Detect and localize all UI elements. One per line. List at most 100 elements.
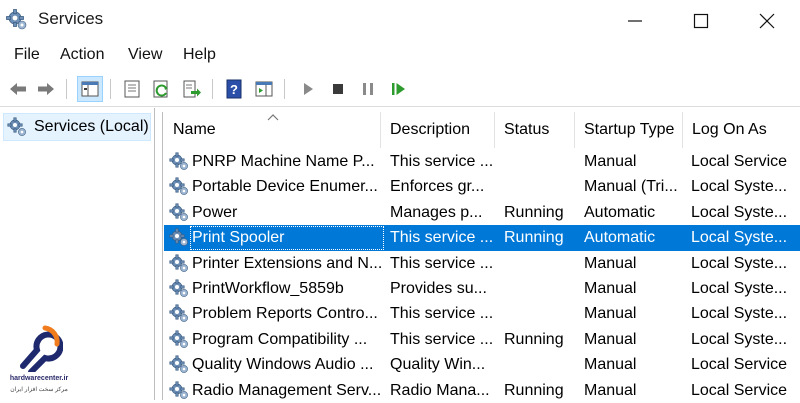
service-gear-icon xyxy=(169,330,188,348)
column-header-status[interactable]: Status xyxy=(495,112,575,148)
services-list: Name Description Status Startup Type Log… xyxy=(162,112,800,403)
export-list-button[interactable] xyxy=(180,77,204,101)
service-description: This service ... xyxy=(390,305,494,323)
svg-text:?: ? xyxy=(230,82,238,97)
service-log-on-as: Local Service xyxy=(691,153,788,170)
help-button[interactable]: ? xyxy=(222,77,246,101)
close-icon xyxy=(759,13,775,29)
service-status xyxy=(504,251,578,276)
forward-button[interactable] xyxy=(34,77,58,101)
service-name: Printer Extensions and N... xyxy=(192,254,382,272)
stop-service-icon xyxy=(333,84,343,94)
start-service-icon xyxy=(304,83,313,95)
service-status: Running xyxy=(504,229,564,247)
service-status: Running xyxy=(504,203,564,221)
service-startup-type: Automatic xyxy=(584,203,656,221)
service-startup-type: Manual xyxy=(584,356,637,374)
service-name: PNRP Machine Name P... xyxy=(192,153,375,170)
menu-action[interactable]: Action xyxy=(60,46,104,64)
column-header-startup-type[interactable]: Startup Type xyxy=(575,112,683,148)
service-log-on-as: Local Syste... xyxy=(691,330,788,348)
refresh-button[interactable] xyxy=(150,77,174,101)
service-row[interactable]: PrintWorkflow_5859b Provides su... Manual L… xyxy=(164,276,800,301)
show-console-tree-icon xyxy=(81,81,99,97)
service-name: Radio Management Serv... xyxy=(192,381,382,399)
service-log-on-as: Local Syste... xyxy=(691,203,788,221)
toolbar: ? xyxy=(0,72,800,107)
menu-bar: File Action View Help xyxy=(0,42,800,70)
service-log-on-as: Local Service xyxy=(691,356,788,374)
service-gear-icon xyxy=(169,380,188,399)
service-description: Enforces gr... xyxy=(390,178,485,196)
service-row[interactable]: Quality Windows Audio ... Quality Win... M… xyxy=(164,352,800,377)
show-hide-console-tree-button[interactable] xyxy=(77,76,103,102)
menu-help[interactable]: Help xyxy=(183,46,216,64)
column-header-log-on-as[interactable]: Log On As xyxy=(683,112,800,148)
service-status xyxy=(504,352,578,377)
menu-view[interactable]: View xyxy=(128,46,162,64)
pause-service-button[interactable] xyxy=(356,77,380,101)
service-gear-icon xyxy=(169,177,188,196)
service-description: Radio Mana... xyxy=(390,381,490,399)
watermark-logo: hardwarecenter.ir مرکز سخت افزار ایران xyxy=(6,320,72,398)
service-name: Print Spooler xyxy=(192,229,285,247)
service-row[interactable]: Print Spooler This service ... Running Auto… xyxy=(164,225,800,251)
service-startup-type: Manual xyxy=(584,330,637,348)
toolbar-separator xyxy=(212,79,213,99)
service-gear-icon xyxy=(169,304,188,323)
service-name: Portable Device Enumer... xyxy=(192,178,378,196)
service-gear-icon xyxy=(169,203,188,221)
service-name: Power xyxy=(192,203,238,221)
services-gear-icon xyxy=(7,117,26,136)
show-action-pane-button[interactable] xyxy=(252,77,276,101)
service-row[interactable]: PNRP Machine Name P... This service ... Ma… xyxy=(164,149,800,174)
service-rows: PNRP Machine Name P... This service ... Ma… xyxy=(164,149,800,403)
start-service-button[interactable] xyxy=(296,77,320,101)
properties-button[interactable] xyxy=(120,77,144,101)
column-header-description[interactable]: Description xyxy=(381,112,495,148)
service-status xyxy=(504,301,578,326)
service-name: Quality Windows Audio ... xyxy=(192,356,374,374)
minimize-icon xyxy=(628,20,642,22)
hardwarecenter-logo-icon xyxy=(20,325,63,372)
column-header-name[interactable]: Name xyxy=(164,112,381,148)
maximize-button[interactable] xyxy=(668,0,734,40)
pause-service-icon xyxy=(363,83,373,95)
service-status xyxy=(504,276,578,301)
restart-service-icon xyxy=(392,83,405,95)
service-row[interactable]: Printer Extensions and N... This service … xyxy=(164,251,800,276)
service-log-on-as: Local Syste... xyxy=(691,279,788,297)
service-description: This service ... xyxy=(390,229,494,247)
service-description: Quality Win... xyxy=(390,356,486,374)
service-row[interactable]: Power Manages p... Running Automatic Local S… xyxy=(164,200,800,225)
refresh-icon xyxy=(153,80,168,98)
minimize-button[interactable] xyxy=(602,0,668,40)
restart-service-button[interactable] xyxy=(386,77,410,101)
service-log-on-as: Local Syste... xyxy=(691,254,788,272)
service-startup-type: Manual xyxy=(584,254,637,272)
service-row[interactable]: Problem Reports Contro... This service ..… xyxy=(164,301,800,326)
tree-item-services-local[interactable]: Services (Local) xyxy=(3,113,151,141)
forward-arrow-icon xyxy=(38,83,54,95)
service-description: This service ... xyxy=(390,153,494,170)
service-status xyxy=(504,149,578,174)
service-startup-type: Manual xyxy=(584,305,637,323)
title-bar: Services xyxy=(0,0,800,40)
column-header-row: Name Description Status Startup Type Log… xyxy=(164,112,800,148)
help-icon: ? xyxy=(226,79,242,99)
service-startup-type: Manual xyxy=(584,279,637,297)
service-gear-icon xyxy=(169,254,188,272)
window-title: Services xyxy=(38,9,104,28)
service-row[interactable]: Program Compatibility ... This service ..… xyxy=(164,327,800,352)
action-pane-icon xyxy=(255,81,273,97)
close-button[interactable] xyxy=(734,0,800,40)
service-startup-type: Manual xyxy=(584,381,637,399)
toolbar-separator xyxy=(110,79,111,99)
service-row[interactable]: Radio Management Serv... Radio Mana... Run… xyxy=(164,378,800,403)
service-row[interactable]: Portable Device Enumer... Enforces gr... M… xyxy=(164,174,800,199)
service-status xyxy=(504,174,578,199)
toolbar-separator xyxy=(284,79,285,99)
stop-service-button[interactable] xyxy=(326,77,350,101)
back-button[interactable] xyxy=(6,77,30,101)
menu-file[interactable]: File xyxy=(14,46,40,64)
